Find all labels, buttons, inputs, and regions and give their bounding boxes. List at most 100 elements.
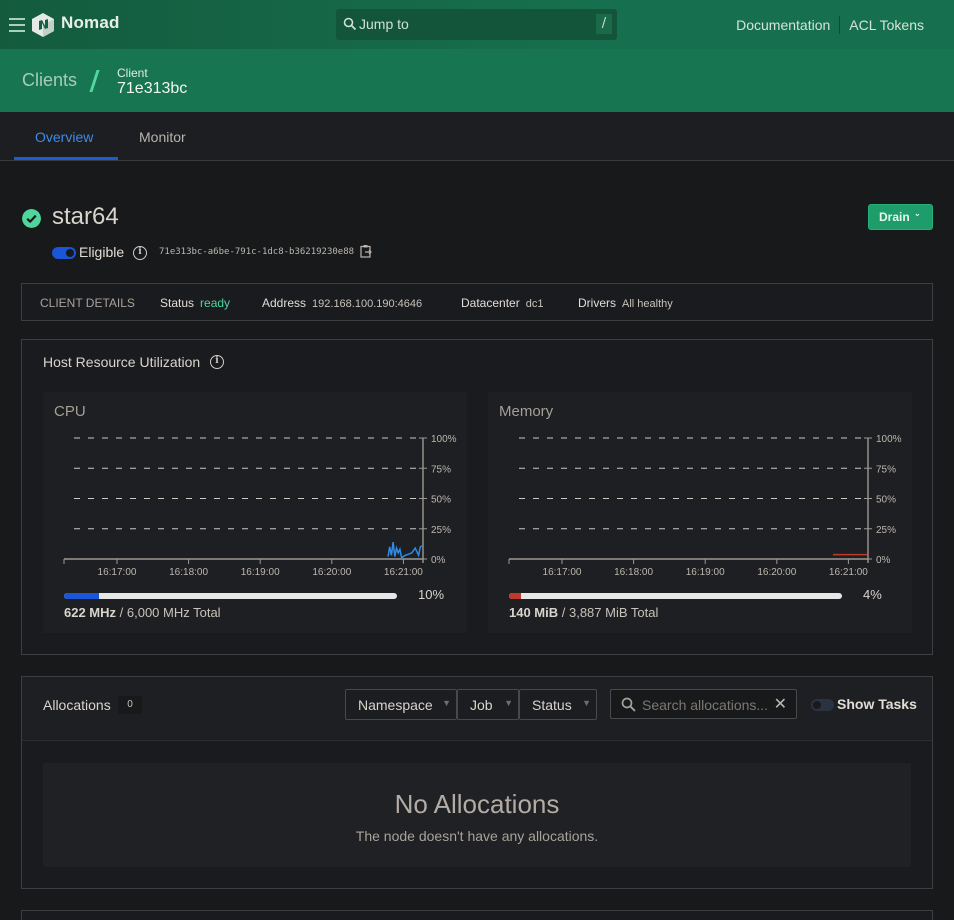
top-nav: Nomad Jump to / Documentation ACL Tokens — [0, 0, 954, 49]
cpu-progress-fill — [64, 593, 99, 599]
active-tab-indicator — [14, 157, 118, 160]
cpu-chart[interactable]: 0% 25% 50% 75% 100% 16:17:00 16:18:00 16:19:00 1… — [43, 392, 467, 582]
breadcrumb-separator — [89, 70, 100, 92]
tab-monitor[interactable]: Monitor — [139, 129, 186, 145]
allocations-section: Allocations 0 Namespace ▼ Job ▼ Status ▼ Se… — [21, 676, 933, 889]
page-title: star64 — [52, 203, 119, 230]
memory-chart[interactable]: 0% 25% 50% 75% 100% 16:17:00 16:18:00 16:19:00 1… — [488, 392, 912, 582]
x-tick-label: 16:19:00 — [686, 567, 725, 578]
y-tick-label: 25% — [876, 525, 896, 536]
acl-tokens-link[interactable]: ACL Tokens — [849, 17, 924, 33]
y-tick-label: 25% — [431, 525, 451, 536]
show-tasks-label[interactable]: Show Tasks — [837, 696, 917, 712]
memory-total: / 3,887 MiB Total — [558, 605, 659, 620]
breadcrumb-type-label: Client — [117, 66, 148, 80]
breadcrumb-current[interactable]: 71e313bc — [117, 80, 187, 98]
tab-overview[interactable]: Overview — [35, 129, 93, 145]
drain-button[interactable]: Drain ⌄ — [868, 204, 933, 230]
nomad-logo-icon[interactable] — [31, 12, 55, 38]
memory-amount: 140 MiB / 3,887 MiB Total — [509, 605, 658, 620]
y-tick-label: 75% — [876, 464, 896, 475]
next-section — [21, 910, 933, 920]
datacenter-label: Datacenter — [461, 296, 520, 310]
job-filter[interactable]: Job ▼ — [457, 689, 519, 720]
memory-progress-bar — [509, 593, 842, 599]
y-tick-label: 50% — [431, 495, 451, 506]
memory-percent: 4% — [863, 587, 882, 602]
allocations-count-badge: 0 — [118, 696, 142, 714]
cpu-used: 622 MHz — [64, 605, 117, 620]
info-icon[interactable]: i — [210, 355, 224, 369]
menu-icon[interactable] — [9, 18, 25, 33]
status-filter-label: Status — [532, 697, 572, 713]
node-id: 71e313bc-a6be-791c-1dc8-b36219230e88 — [159, 247, 355, 257]
namespace-filter-label: Namespace — [358, 697, 433, 713]
y-tick-label: 50% — [876, 495, 896, 506]
status-detail: Status ready — [160, 296, 230, 310]
caret-down-icon: ▼ — [504, 698, 513, 708]
drain-label: Drain — [879, 210, 910, 224]
x-tick-label: 16:17:00 — [98, 567, 137, 578]
cpu-panel: CPU 0% 25% 50% 75% 100% 16:17:00 16:18:00 16:19… — [43, 392, 467, 633]
address-label: Address — [262, 296, 307, 310]
search-icon — [343, 17, 357, 31]
memory-panel: Memory 0% 25% 50% 75% 100% 16:17:00 16:18:00 16… — [488, 392, 912, 633]
drivers-detail: Drivers All healthy — [578, 296, 673, 310]
status-label: Status — [160, 296, 195, 310]
datacenter-value: dc1 — [525, 298, 544, 310]
cpu-amount: 622 MHz / 6,000 MHz Total — [64, 605, 221, 620]
divider — [839, 16, 841, 34]
cpu-progress-bar — [64, 593, 397, 599]
empty-state: No Allocations The node doesn't have any… — [43, 763, 911, 867]
job-filter-label: Job — [470, 697, 493, 713]
x-tick-label: 16:18:00 — [614, 567, 653, 578]
client-details-heading: CLIENT DETAILS — [40, 296, 135, 310]
show-tasks-toggle[interactable] — [811, 699, 834, 711]
brand-name[interactable]: Nomad — [61, 13, 120, 33]
allocations-search-input[interactable]: Search allocations... ✕ — [610, 689, 797, 719]
empty-state-message: The node doesn't have any allocations. — [355, 828, 599, 844]
documentation-link[interactable]: Documentation — [736, 17, 830, 33]
allocations-header: Allocations 0 Namespace ▼ Job ▼ Status ▼ Se… — [22, 677, 932, 741]
shortcut-key: / — [596, 14, 612, 34]
status-filter[interactable]: Status ▼ — [519, 689, 597, 720]
eligibility-toggle[interactable] — [52, 247, 76, 259]
cpu-percent: 10% — [418, 587, 445, 602]
memory-used: 140 MiB — [509, 605, 559, 620]
caret-down-icon: ▼ — [582, 698, 591, 708]
copy-icon[interactable] — [360, 244, 372, 258]
namespace-filter[interactable]: Namespace ▼ — [345, 689, 457, 720]
series-line — [387, 542, 423, 560]
empty-state-title: No Allocations — [394, 789, 560, 819]
drivers-value[interactable]: All healthy — [622, 298, 673, 310]
cpu-total: / 6,000 MHz Total — [116, 605, 221, 620]
address-value: 192.168.100.190:4646 — [312, 298, 423, 310]
y-tick-label: 100% — [431, 434, 457, 445]
info-icon[interactable]: i — [133, 246, 147, 260]
status-badge: ready — [200, 296, 231, 310]
x-tick-label: 16:20:00 — [757, 567, 796, 578]
datacenter-detail: Datacenter dc1 — [461, 296, 543, 310]
client-details: CLIENT DETAILS Status ready Address 192.16… — [21, 283, 933, 321]
allocations-title: Allocations — [43, 697, 111, 713]
search-icon — [621, 697, 636, 712]
x-tick-label: 16:18:00 — [169, 567, 208, 578]
jump-to-search[interactable]: Jump to / — [336, 9, 617, 40]
host-resource-utilization: Host Resource Utilization i CPU 0% 25% 50%… — [21, 339, 933, 655]
clear-search-icon[interactable]: ✕ — [774, 694, 787, 713]
breadcrumb: Clients Client 71e313bc — [0, 49, 954, 112]
breadcrumb-clients-link[interactable]: Clients — [22, 70, 77, 91]
x-tick-label: 16:20:00 — [312, 567, 351, 578]
utilization-title: Host Resource Utilization — [43, 354, 201, 370]
check-circle-icon — [22, 209, 41, 228]
address-detail: Address 192.168.100.190:4646 — [262, 296, 422, 310]
y-tick-label: 100% — [876, 434, 902, 445]
y-tick-label: 0% — [876, 555, 891, 566]
x-tick-label: 16:19:00 — [241, 567, 280, 578]
chevron-down-icon: ⌄ — [914, 209, 921, 218]
caret-down-icon: ▼ — [442, 698, 451, 708]
x-tick-label: 16:17:00 — [543, 567, 582, 578]
top-links: Documentation ACL Tokens — [736, 16, 924, 34]
tab-bar: Overview Monitor — [0, 112, 954, 161]
search-placeholder: Search allocations... — [642, 697, 769, 713]
